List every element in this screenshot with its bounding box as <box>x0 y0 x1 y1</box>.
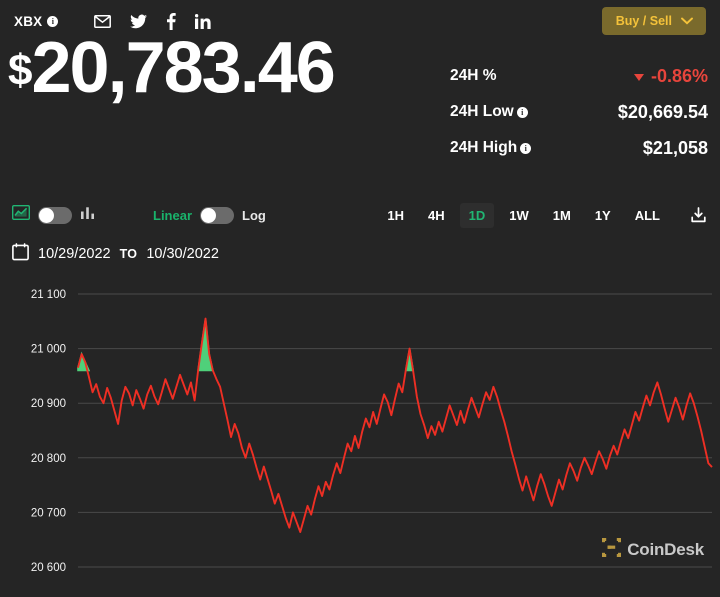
linkedin-icon[interactable] <box>195 14 211 29</box>
switch-knob <box>39 208 54 223</box>
ticker-group: XBX i <box>14 14 58 29</box>
twitter-icon[interactable] <box>130 14 147 29</box>
coindesk-watermark: CoinDesk <box>602 538 704 562</box>
switch-knob <box>201 208 216 223</box>
range-1m[interactable]: 1M <box>544 203 580 228</box>
range-1y[interactable]: 1Y <box>586 203 620 228</box>
scale-linear-label[interactable]: Linear <box>153 208 192 223</box>
current-price: $20,783.46 <box>8 32 334 104</box>
scale-toggle: Linear Log <box>153 207 266 224</box>
date-range-start[interactable]: 10/29/2022 <box>38 246 111 262</box>
range-1w[interactable]: 1W <box>500 203 538 228</box>
coindesk-wordmark: CoinDesk <box>627 540 704 560</box>
info-icon[interactable]: i <box>47 16 58 27</box>
price-value: 20,783.46 <box>31 28 333 108</box>
chart-y-axis-label: 20 600 <box>31 562 66 574</box>
stat-label: 24H Low i <box>450 103 528 121</box>
info-icon[interactable]: i <box>517 107 528 118</box>
date-range-end[interactable]: 10/30/2022 <box>146 246 219 262</box>
range-4h[interactable]: 4H <box>419 203 454 228</box>
bar-chart-icon[interactable] <box>80 205 95 225</box>
stat-value-group: -0.86% <box>634 66 708 87</box>
date-range-separator: TO <box>120 247 138 261</box>
chart-y-axis-label: 20 900 <box>31 398 66 410</box>
scale-switch[interactable] <box>200 207 234 224</box>
chart-y-axis-label: 21 100 <box>31 289 66 301</box>
stat-label-text: 24H High <box>450 139 517 157</box>
email-icon[interactable] <box>94 15 111 28</box>
line-chart-icon[interactable] <box>12 205 30 225</box>
info-icon[interactable]: i <box>520 143 531 154</box>
stat-label-text: 24H Low <box>450 103 514 121</box>
crypto-price-widget: XBX i Buy / Sell $20,783.4 <box>0 0 720 597</box>
social-links <box>94 13 211 30</box>
range-1d[interactable]: 1D <box>460 203 495 228</box>
time-range-selector: 1H 4H 1D 1W 1M 1Y ALL <box>378 203 708 228</box>
stat-value: -0.86% <box>651 66 708 87</box>
buy-sell-button[interactable]: Buy / Sell <box>602 7 706 35</box>
stat-row-24h-low: 24H Low i $20,669.54 <box>450 94 708 130</box>
chart-price-line <box>78 319 712 532</box>
facebook-icon[interactable] <box>166 13 176 30</box>
date-range-picker[interactable]: 10/29/2022 TO 10/30/2022 <box>12 241 219 267</box>
chart-y-axis-label: 20 800 <box>31 453 66 465</box>
chart-type-switch[interactable] <box>38 207 72 224</box>
chart-y-axis-label: 21 000 <box>31 344 66 356</box>
download-icon[interactable] <box>689 206 708 225</box>
stats-panel: 24H % -0.86% 24H Low i $20,669.54 24H Hi… <box>450 58 708 166</box>
stat-label: 24H High i <box>450 139 531 157</box>
scale-log-label[interactable]: Log <box>242 208 266 223</box>
chart-controls: Linear Log 1H 4H 1D 1W 1M 1Y ALL <box>0 198 720 232</box>
coindesk-logo-icon <box>602 538 621 562</box>
stat-label: 24H % <box>450 67 497 85</box>
buy-sell-label: Buy / Sell <box>616 14 672 28</box>
stat-row-24h-high: 24H High i $21,058 <box>450 130 708 166</box>
range-1h[interactable]: 1H <box>378 203 413 228</box>
stat-value: $20,669.54 <box>618 102 708 123</box>
currency-symbol: $ <box>8 46 31 95</box>
ticker-symbol: XBX <box>14 14 42 29</box>
chart-y-axis-label: 20 700 <box>31 507 66 519</box>
calendar-icon <box>12 243 29 266</box>
chevron-down-icon <box>681 14 693 28</box>
stat-value: $21,058 <box>643 138 708 159</box>
chart-type-toggle <box>12 205 95 225</box>
range-all[interactable]: ALL <box>626 203 669 228</box>
stat-row-24h-percent: 24H % -0.86% <box>450 58 708 94</box>
caret-down-icon <box>634 74 644 81</box>
